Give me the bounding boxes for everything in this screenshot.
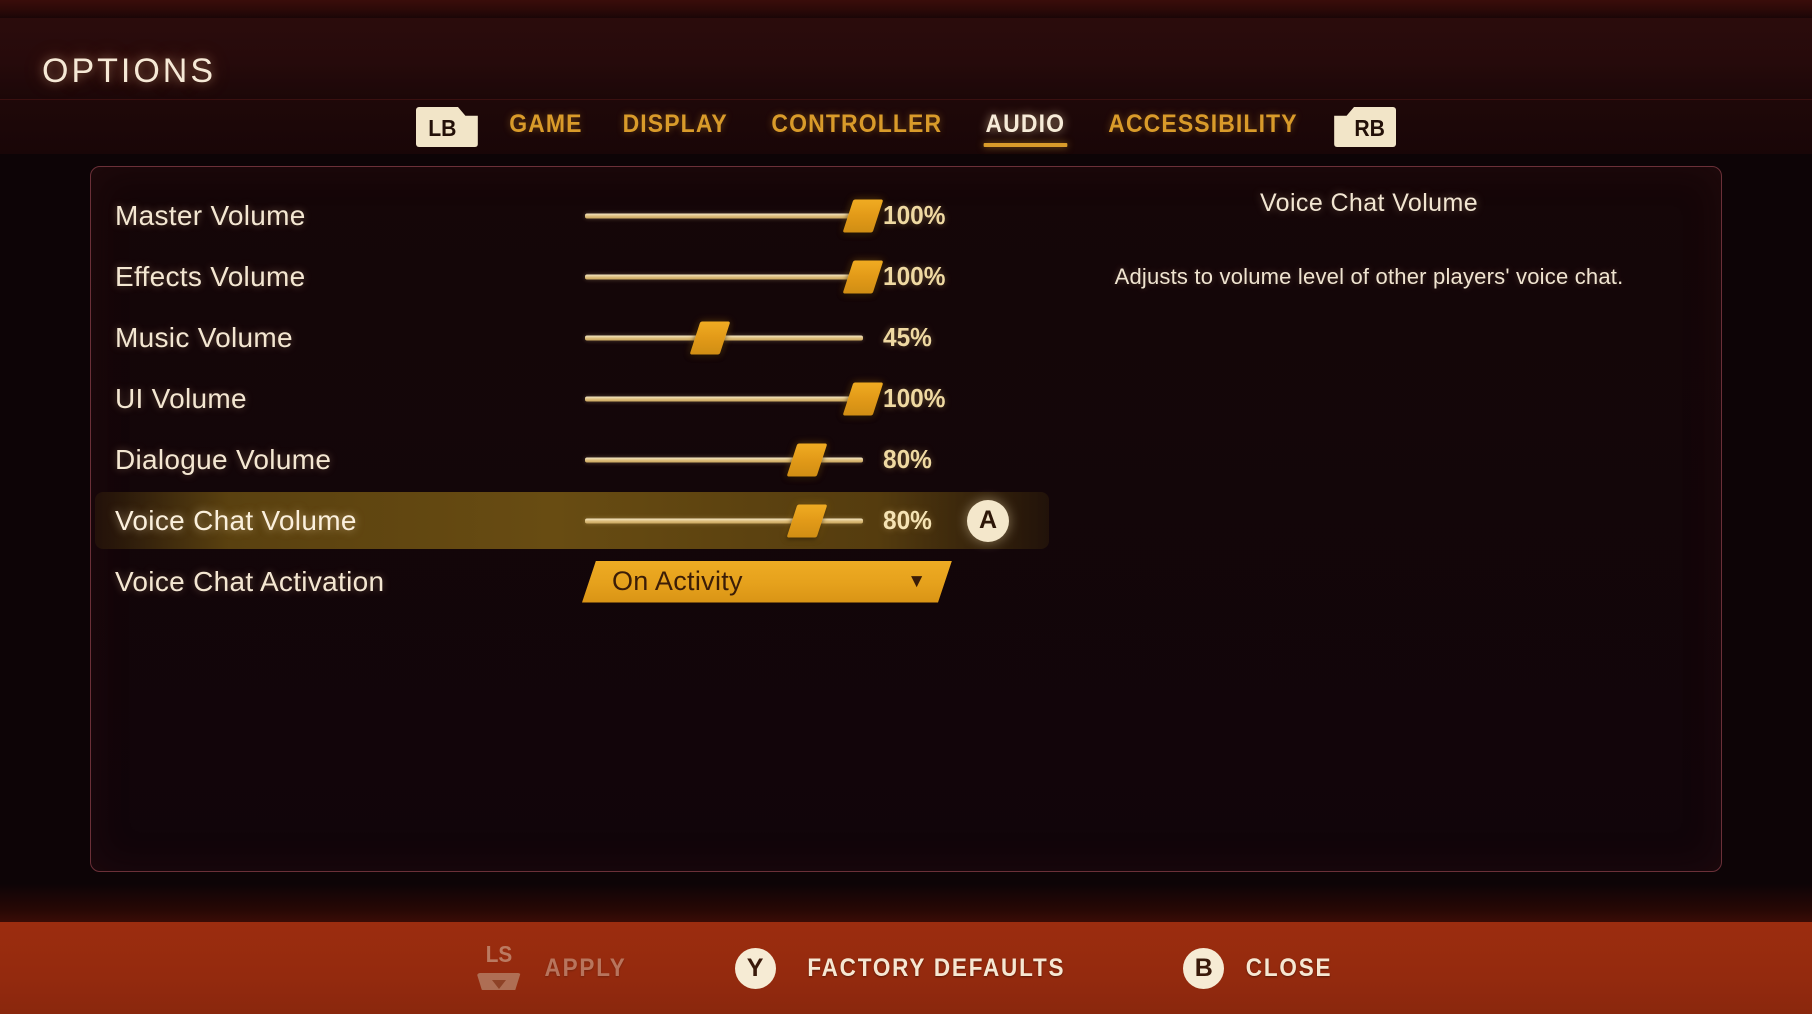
- footer-bar: LS APPLY Y FACTORY DEFAULTS B CLOSE: [0, 922, 1812, 1014]
- bumper-rb-icon[interactable]: RB: [1334, 107, 1397, 147]
- left-stick-icon: LS: [475, 941, 523, 992]
- tab-list: LB GAME DISPLAY CONTROLLER AUDIO ACCESSIBILIT…: [0, 100, 1812, 154]
- tab-accessibility[interactable]: ACCESSIBILITY: [1105, 108, 1302, 147]
- tab-display[interactable]: DISPLAY: [619, 108, 732, 147]
- slider-track: [585, 213, 863, 218]
- bumper-rb-label: RB: [1354, 114, 1385, 141]
- setting-row[interactable]: Music Volume 45%: [91, 307, 1051, 368]
- setting-label: Master Volume: [115, 199, 306, 231]
- button-a-icon[interactable]: A: [967, 499, 1009, 542]
- button-b-icon[interactable]: B: [1183, 947, 1225, 989]
- footer-action-label: FACTORY DEFAULTS: [806, 953, 1065, 982]
- setting-label: Music Volume: [115, 321, 293, 353]
- footer-fade: [0, 884, 1812, 922]
- volume-slider[interactable]: [585, 504, 863, 538]
- slider-value: 100%: [883, 200, 946, 230]
- volume-slider[interactable]: [585, 260, 884, 294]
- tab-audio[interactable]: AUDIO: [981, 108, 1068, 147]
- setting-row[interactable]: Dialogue Volume 80%: [91, 429, 1051, 490]
- tab-bar: LB GAME DISPLAY CONTROLLER AUDIO ACCESSIBILIT…: [0, 100, 1812, 154]
- setting-row[interactable]: Effects Volume 100%: [91, 246, 1051, 307]
- volume-slider[interactable]: [585, 382, 884, 416]
- tab-game[interactable]: GAME: [505, 108, 586, 147]
- setting-label: UI Volume: [115, 382, 247, 414]
- left-stick-arrow: [491, 980, 506, 989]
- footer-action-apply[interactable]: LS APPLY: [475, 941, 631, 992]
- slider-track: [585, 396, 863, 401]
- settings-list: Master Volume 100% Effects Volume 100% Music…: [91, 185, 1051, 612]
- slider-knob[interactable]: [842, 260, 884, 293]
- chevron-down-icon[interactable]: ▼: [907, 572, 926, 591]
- footer-action-factory-defaults[interactable]: Y FACTORY DEFAULTS: [734, 947, 1080, 989]
- slider-knob[interactable]: [842, 199, 884, 232]
- setting-label: Dialogue Volume: [115, 443, 332, 475]
- header-bar: OPTIONS: [0, 18, 1812, 100]
- slider-value: 100%: [883, 261, 946, 291]
- button-y-icon[interactable]: Y: [734, 947, 776, 989]
- slider-value: 80%: [883, 505, 932, 535]
- setting-label: Voice Chat Volume: [115, 504, 357, 536]
- page-title: OPTIONS: [42, 52, 217, 90]
- options-panel: Master Volume 100% Effects Volume 100% Music…: [90, 166, 1722, 872]
- bumper-lb-label: LB: [428, 114, 457, 141]
- description-body: Adjusts to volume level of other players…: [1114, 264, 1624, 289]
- left-stick-label: LS: [485, 941, 512, 967]
- volume-slider[interactable]: [585, 199, 884, 233]
- dropdown-value: On Activity: [612, 566, 743, 596]
- slider-knob[interactable]: [689, 321, 731, 354]
- activation-dropdown[interactable]: On Activity ▼: [582, 561, 952, 603]
- setting-row[interactable]: Voice Chat Activation On Activity ▼: [91, 551, 1051, 612]
- setting-row[interactable]: Master Volume 100%: [91, 185, 1051, 246]
- volume-slider[interactable]: [585, 443, 863, 477]
- slider-knob[interactable]: [787, 504, 828, 537]
- footer-action-label: CLOSE: [1246, 953, 1333, 982]
- slider-value: 45%: [883, 322, 932, 352]
- setting-row[interactable]: UI Volume 100%: [91, 368, 1051, 429]
- slider-value: 80%: [883, 444, 932, 474]
- slider-knob[interactable]: [842, 382, 884, 415]
- bumper-lb-icon[interactable]: LB: [415, 107, 478, 147]
- description-title: Voice Chat Volume: [1259, 189, 1479, 217]
- volume-slider[interactable]: [585, 321, 863, 355]
- footer-action-close[interactable]: B CLOSE: [1183, 947, 1337, 989]
- slider-knob[interactable]: [787, 443, 828, 476]
- setting-label: Effects Volume: [115, 260, 306, 292]
- footer-action-label: APPLY: [544, 953, 627, 982]
- tab-controller[interactable]: CONTROLLER: [768, 108, 946, 147]
- top-accent-strip: [0, 0, 1812, 18]
- setting-label: Voice Chat Activation: [115, 565, 385, 597]
- slider-track: [585, 274, 863, 279]
- description-panel: Voice Chat Volume Adjusts to volume leve…: [1059, 189, 1679, 293]
- slider-value: 100%: [883, 383, 946, 413]
- setting-row[interactable]: Voice Chat Volume 80% A: [91, 490, 1051, 551]
